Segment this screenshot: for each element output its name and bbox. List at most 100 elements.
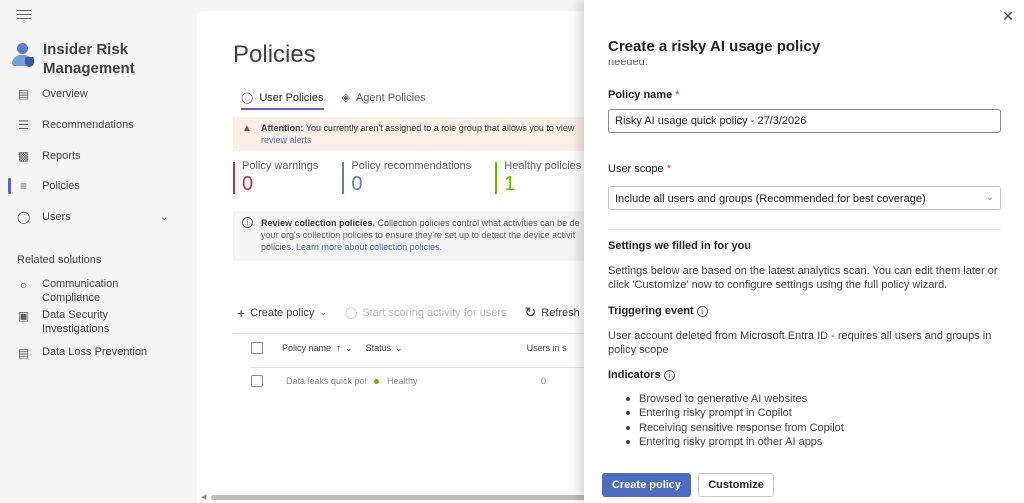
nav-item-users[interactable]: ◯ Users ⌄	[0, 205, 183, 229]
nav-item-label: Data Loss Prevention	[42, 346, 148, 358]
info-text: policies.	[261, 242, 297, 252]
row-checkbox[interactable]	[251, 375, 263, 387]
review-alerts-link[interactable]: review alerts	[261, 135, 312, 145]
chart-icon: ▩	[17, 148, 30, 163]
info-icon[interactable]: i	[663, 370, 675, 381]
metric-policy-recommendations[interactable]: Policy recommendations 0	[342, 160, 472, 195]
refresh-icon: ↻	[524, 304, 537, 320]
info-text: Collection policies control what activit…	[375, 218, 580, 228]
create-policy-button[interactable]: + Create policy ⌄	[237, 305, 327, 321]
start-scoring-label: Start scoring activity for users	[362, 306, 507, 319]
close-icon[interactable]: ✕	[1000, 8, 1016, 24]
warning-icon: ▲	[242, 123, 252, 134]
document-lock-icon: ▤	[17, 346, 30, 360]
policy-name-label: Policy name *	[608, 89, 680, 101]
list-item: Browsed to generative AI websites	[614, 392, 844, 406]
column-policy-name[interactable]: Policy name	[282, 343, 331, 353]
refresh-label: Refresh	[541, 306, 580, 319]
alert-bold: Attention:	[261, 123, 304, 133]
chat-search-icon: ○	[19, 278, 28, 292]
nav-item-label: Users	[42, 211, 71, 223]
learn-more-link[interactable]: Learn more about collection policies.	[296, 242, 442, 252]
required-mark: *	[666, 163, 671, 175]
indicators-title-text: Indicators	[608, 369, 661, 381]
scrolled-text: needed.	[608, 60, 648, 68]
scroll-left-icon[interactable]: ◀	[201, 493, 206, 501]
app-title: Insider Risk Management	[12, 40, 153, 78]
metric-bar	[342, 162, 345, 194]
chevron-down-icon[interactable]: ⌄	[395, 343, 403, 354]
nav-item-reports[interactable]: ▩ Reports	[0, 144, 183, 168]
metric-value: 1	[504, 173, 516, 195]
page-title: Policies	[233, 41, 316, 68]
list-item: Entering risky prompt in other AI apps	[614, 435, 844, 449]
policy-name-input[interactable]: Risky AI usage quick policy - 27/3/2026	[608, 109, 1001, 133]
chevron-down-icon[interactable]: ⌄	[345, 343, 353, 354]
agent-icon: ◈	[341, 92, 350, 104]
create-policy-label: Create policy	[250, 306, 315, 319]
alert-text: You currently aren't assigned to a role …	[303, 123, 575, 133]
table-divider	[233, 333, 617, 334]
nav-item-communication-compliance[interactable]: ○ Communication Compliance	[0, 277, 183, 305]
plus-icon: +	[237, 304, 246, 321]
triggering-event-title: Triggering event i	[608, 305, 708, 317]
hamburger-menu-icon[interactable]	[17, 10, 31, 20]
nav-item-label: Data Security Investigations	[42, 309, 110, 335]
person-icon: ◯	[17, 209, 31, 224]
nav-item-policies[interactable]: ≡ Policies	[0, 174, 183, 198]
policy-name-cell[interactable]: Data leaks quick pol	[286, 376, 374, 386]
user-scope-value: Include all users and groups (Recommende…	[615, 193, 926, 205]
settings-section-title: Settings we filled in for you	[608, 240, 752, 252]
person-icon: ◯	[241, 92, 254, 104]
nav-item-overview[interactable]: ▤ Overview	[0, 82, 183, 106]
info-text: your org's collection policies to ensure…	[261, 230, 576, 240]
related-solutions-header: Related solutions	[17, 254, 102, 266]
main-content: Policies ◯ User Policies ◈ Agent Policie…	[197, 11, 617, 503]
column-status[interactable]: Status	[366, 343, 392, 353]
indicators-title: Indicators i	[608, 369, 675, 381]
tab-user-policies[interactable]: ◯ User Policies	[241, 91, 324, 110]
select-all-checkbox[interactable]	[251, 342, 263, 354]
tab-agent-policies[interactable]: ◈ Agent Policies	[342, 91, 426, 110]
policy-name-label-text: Policy name	[608, 89, 673, 101]
nav-item-data-loss-prevention[interactable]: ▤ Data Loss Prevention	[0, 345, 183, 361]
triggering-event-title-text: Triggering event	[608, 305, 694, 317]
nav-item-label: Reports	[42, 150, 81, 162]
refresh-button[interactable]: ↻ Refresh	[525, 304, 580, 321]
metric-bar	[233, 162, 235, 194]
chevron-down-icon[interactable]: ⌄	[160, 212, 168, 223]
tab-label: Agent Policies	[355, 91, 426, 104]
column-users-in-scope[interactable]: Users in s	[527, 343, 567, 353]
create-policy-submit-button[interactable]: Create policy	[602, 473, 691, 497]
table-divider	[251, 367, 617, 368]
horizontal-scrollbar[interactable]: ◀	[197, 493, 617, 503]
book-icon: ▤	[17, 86, 30, 101]
metric-policy-warnings[interactable]: Policy warnings 0	[233, 160, 319, 195]
list-item: Receiving sensitive response from Copilo…	[614, 421, 844, 435]
insider-risk-logo-icon	[12, 43, 34, 71]
list-icon: ☰	[18, 117, 29, 132]
nav-item-recommendations[interactable]: ☰ Recommendations	[0, 113, 183, 137]
info-icon[interactable]: i	[696, 306, 708, 317]
role-warning-alert: ▲ Attention: You currently aren't assign…	[233, 117, 593, 151]
start-scoring-button[interactable]: ◯ Start scoring activity for users	[345, 306, 507, 320]
metric-healthy-policies[interactable]: Healthy policies 1	[495, 160, 581, 195]
user-scope-label: User scope *	[608, 163, 671, 175]
scroll-thumb[interactable]	[211, 495, 611, 500]
metric-value: 0	[242, 173, 254, 195]
policy-tabs: ◯ User Policies ◈ Agent Policies	[241, 91, 426, 110]
customize-button[interactable]: Customize	[698, 473, 774, 497]
table-row[interactable]: Data leaks quick pol Healthy 0	[251, 375, 617, 387]
user-scope-dropdown[interactable]: Include all users and groups (Recommende…	[608, 186, 1001, 210]
sliders-icon: ≡	[19, 178, 27, 193]
create-policy-panel: ✕ Create a risky AI usage policy needed.…	[584, 0, 1024, 503]
sort-ascending-icon[interactable]: ↑	[336, 343, 341, 354]
settings-description: Settings below are based on the latest a…	[608, 265, 998, 291]
nav-item-data-security-investigations[interactable]: ▣ Data Security Investigations	[0, 308, 183, 336]
metrics-row: Policy warnings 0 Policy recommendations…	[233, 160, 605, 195]
metric-label: Policy warnings	[242, 160, 319, 172]
user-scope-label-text: User scope	[608, 163, 664, 175]
left-navigation: Insider Risk Management ▤ Overview ☰ Rec…	[0, 0, 183, 503]
app-title-text: Insider Risk Management	[43, 41, 135, 77]
metric-label: Policy recommendations	[351, 160, 472, 172]
